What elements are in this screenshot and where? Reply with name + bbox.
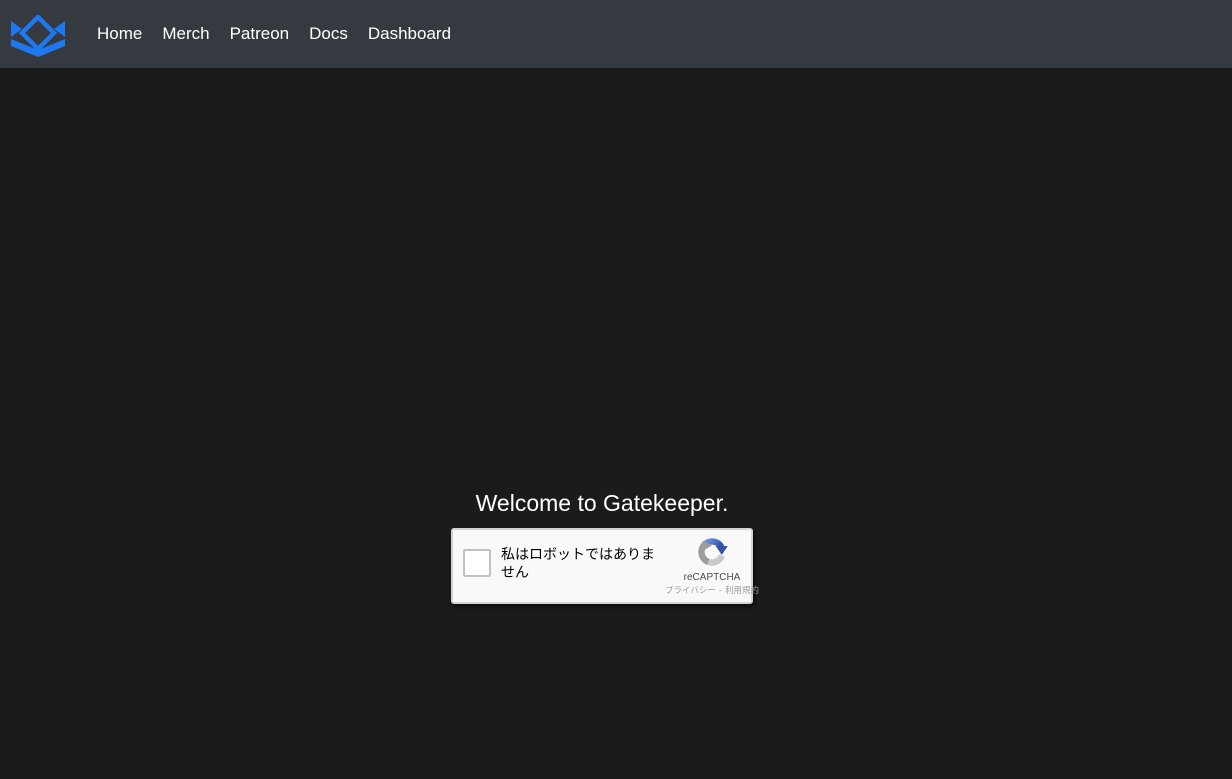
- gatekeeper-logo-icon: [11, 15, 65, 59]
- nav-item-home[interactable]: Home: [87, 0, 152, 68]
- nav-item-dashboard[interactable]: Dashboard: [358, 0, 461, 68]
- recaptcha-brand-name: reCAPTCHA: [684, 572, 741, 583]
- recaptcha-links: プライバシー-利用規約: [665, 584, 759, 596]
- nav-item-patreon[interactable]: Patreon: [220, 0, 300, 68]
- recaptcha-widget: 私はロボットではありません: [451, 528, 753, 604]
- navbar: Home Merch Patreon Docs Dashboard: [0, 0, 1232, 68]
- nav-item-docs[interactable]: Docs: [299, 0, 358, 68]
- recaptcha-checkbox[interactable]: [463, 549, 491, 577]
- recaptcha-brand-block: reCAPTCHA プライバシー-利用規約: [680, 534, 744, 596]
- recaptcha-privacy-link[interactable]: プライバシー: [665, 586, 716, 596]
- navbar-brand[interactable]: [11, 15, 65, 59]
- nav-links: Home Merch Patreon Docs Dashboard: [87, 0, 461, 68]
- hero-section: Welcome to Gatekeeper. 私はロボットではありません: [451, 488, 753, 604]
- recaptcha-icon: [693, 534, 731, 570]
- recaptcha-terms-link[interactable]: 利用規約: [725, 586, 759, 596]
- page-title: Welcome to Gatekeeper.: [451, 488, 753, 519]
- recaptcha-label: 私はロボットではありません: [501, 546, 655, 582]
- recaptcha-links-separator: -: [719, 586, 722, 596]
- nav-item-merch[interactable]: Merch: [152, 0, 219, 68]
